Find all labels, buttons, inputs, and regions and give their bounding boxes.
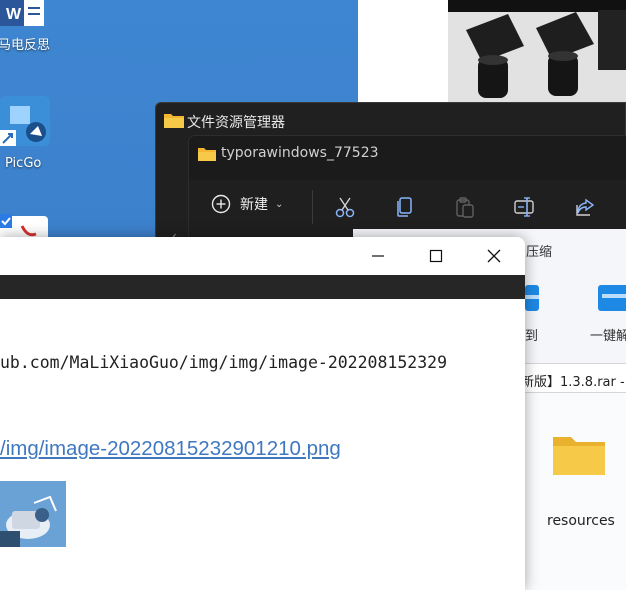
rename-icon[interactable]	[513, 196, 537, 218]
one-click-extract-label[interactable]: 一键解	[590, 325, 626, 344]
desktop-label-picgo: PicGo	[5, 156, 42, 171]
desktop-shortcut-word[interactable]: W 马电反思	[0, 0, 60, 56]
close-icon	[487, 249, 501, 263]
desktop-label-word: 马电反思	[0, 38, 51, 53]
compress-label[interactable]: 压缩	[526, 241, 552, 260]
maximize-icon	[429, 249, 443, 263]
one-click-extract-icon[interactable]	[598, 285, 626, 313]
close-button[interactable]	[465, 237, 523, 275]
explorer-toolbar: 新建 ⌄	[189, 180, 626, 236]
file-list: resources	[521, 393, 626, 590]
image-link[interactable]: /img/image-20220815232901210.png	[0, 437, 341, 461]
minimize-icon	[372, 255, 384, 257]
image-preview[interactable]	[0, 481, 66, 547]
plus-circle-icon	[211, 194, 231, 214]
folder-icon	[164, 114, 184, 128]
address-path-text: 新版】1.3.8.rar -	[521, 375, 625, 390]
minimize-button[interactable]	[349, 237, 407, 275]
new-button-label: 新建	[240, 197, 268, 213]
paste-icon[interactable]	[454, 196, 476, 218]
extract-to-label[interactable]: 到	[525, 325, 538, 344]
desktop-shortcut-picgo[interactable]: PicGo	[0, 96, 60, 178]
picgo-icon	[0, 96, 50, 146]
typora-menu-bar	[0, 275, 525, 299]
new-button[interactable]: 新建 ⌄	[211, 194, 283, 214]
typora-window[interactable]: ub.com/MaLiXiaoGuo/img/img/image-2022081…	[0, 237, 525, 590]
desktop-shortcut-pdf[interactable]	[0, 214, 50, 238]
tab-title: typorawindows_77523	[221, 145, 379, 161]
chevron-down-icon: ⌄	[275, 198, 284, 210]
folder-item-resources[interactable]: resources	[543, 431, 623, 531]
explorer-app-title: 文件资源管理器	[187, 115, 285, 131]
copy-icon[interactable]	[394, 196, 416, 218]
folder-label: resources	[547, 513, 615, 529]
maximize-button[interactable]	[407, 237, 465, 275]
product-photo-image	[448, 0, 626, 110]
tab-folder-icon	[198, 148, 216, 161]
extract-icon[interactable]	[525, 285, 541, 313]
word-doc-icon: W	[0, 0, 44, 26]
pdf-icon	[0, 214, 48, 238]
product-photo	[448, 0, 626, 110]
address-bar[interactable]: 新版】1.3.8.rar -	[521, 363, 626, 393]
cut-icon[interactable]	[334, 196, 356, 218]
svg-text:W: W	[6, 6, 22, 23]
toolbar-separator	[312, 190, 313, 224]
markdown-source-line[interactable]: ub.com/MaLiXiaoGuo/img/img/image-2022081…	[0, 353, 447, 372]
typora-title-bar[interactable]	[0, 237, 525, 275]
image-preview-graphic	[0, 481, 66, 547]
folder-icon	[553, 437, 605, 475]
share-icon[interactable]	[574, 196, 596, 218]
